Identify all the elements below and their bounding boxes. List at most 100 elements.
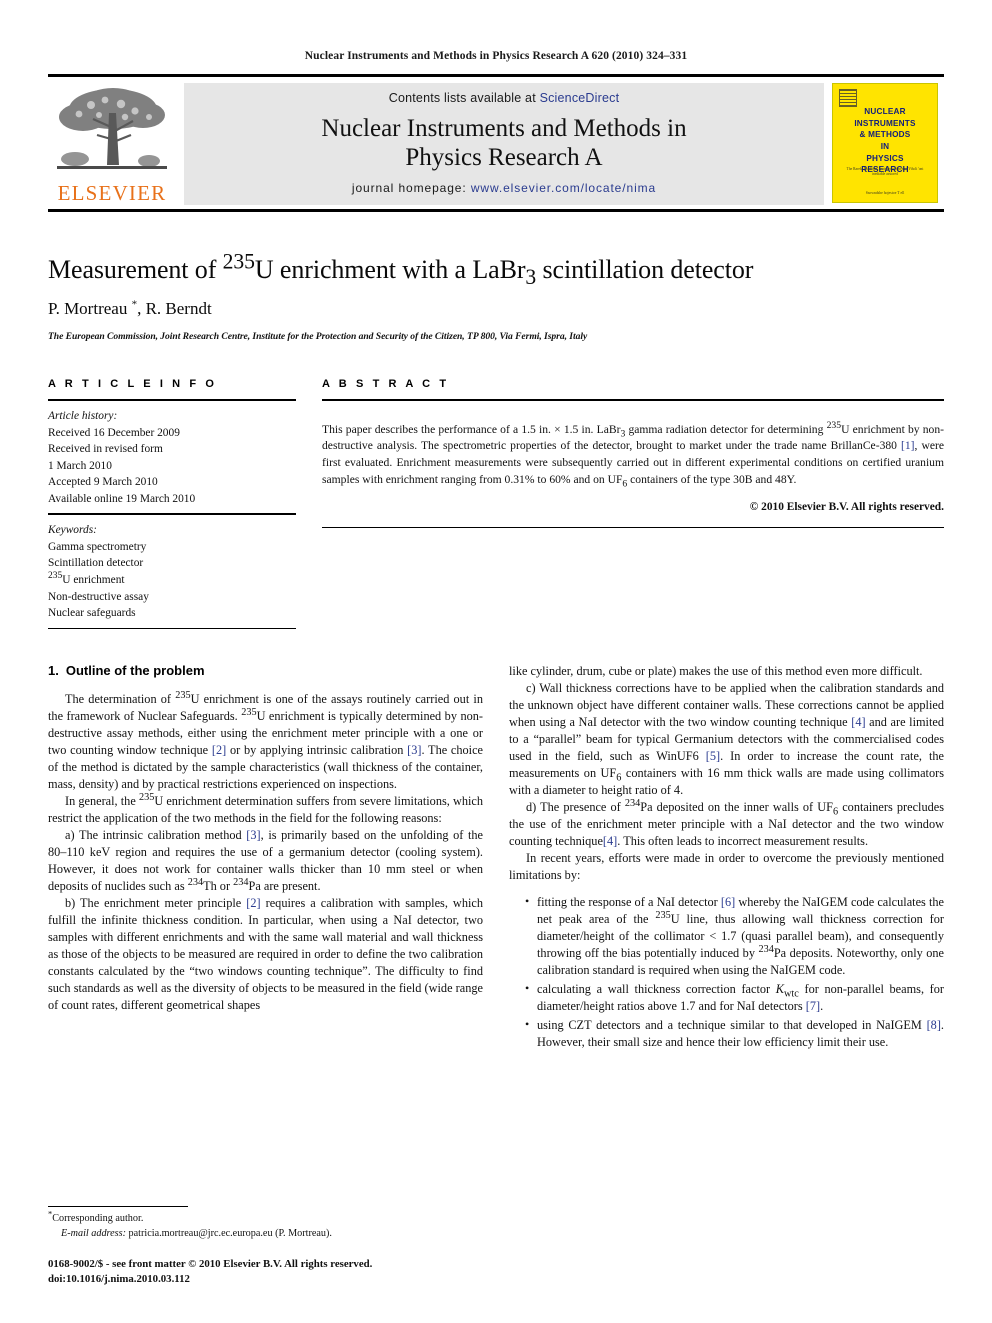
corresponding-author-text: Corresponding author. bbox=[52, 1213, 144, 1225]
article-info-column: A R T I C L E I N F O Article history: R… bbox=[48, 378, 296, 629]
cover-title-line-1: INSTRUMENTS bbox=[854, 118, 916, 128]
contents-available-line: Contents lists available at ScienceDirec… bbox=[194, 91, 814, 105]
b3-a: using CZT detectors and a technique simi… bbox=[537, 1017, 927, 1032]
footnote-rule bbox=[48, 1206, 188, 1208]
keyword-2-text: U enrichment bbox=[62, 573, 125, 586]
journal-masthead: ELSEVIER Contents lists available at Sci… bbox=[48, 74, 944, 205]
b2-symbol-k: K bbox=[775, 981, 784, 996]
cover-subtitle: The Rarek, Acadlinei' lewispecto rimence… bbox=[846, 167, 924, 177]
body-two-column-region: 1. Outline of the problem The determinati… bbox=[48, 663, 944, 1053]
sciencedirect-link[interactable]: ScienceDirect bbox=[540, 91, 620, 105]
abstract-sup-235: 235 bbox=[826, 419, 842, 431]
abstract-reference-1[interactable]: [1] bbox=[901, 439, 915, 452]
elsevier-tree-icon bbox=[53, 83, 171, 175]
abstract-part-2: gamma radiation detector for determining bbox=[625, 422, 827, 436]
keywords-label: Keywords: bbox=[48, 524, 97, 537]
p1-reference-3[interactable]: [3] bbox=[407, 743, 421, 757]
article-history: Article history: Received 16 December 20… bbox=[48, 401, 296, 513]
corresponding-author-note: *Corresponding author. bbox=[48, 1210, 482, 1226]
b1-a: fitting the response of a NaI detector bbox=[537, 894, 721, 909]
p7-reference-4[interactable]: [4] bbox=[603, 834, 617, 848]
cover-title: NUCLEAR INSTRUMENTS & METHODS IN PHYSICS… bbox=[833, 106, 937, 176]
b1-sup-234: 234 bbox=[758, 943, 774, 955]
section-1-title: Outline of the problem bbox=[65, 662, 205, 678]
keyword-1: Scintillation detector bbox=[48, 557, 144, 570]
bullet-item-czt: using CZT detectors and a technique simi… bbox=[525, 1016, 944, 1051]
p6-reference-4[interactable]: [4] bbox=[851, 715, 865, 729]
paragraph-8: In recent years, efforts were made in or… bbox=[509, 850, 944, 882]
p4-b: requires a calibration with samples, whi… bbox=[48, 895, 483, 1012]
article-history-label: Article history: bbox=[48, 410, 118, 423]
abstract-heading: A B S T R A C T bbox=[322, 378, 450, 391]
p1-d: or by applying intrinsic calibration bbox=[226, 742, 408, 757]
email-label: E-mail address: bbox=[61, 1227, 126, 1239]
running-head: Nuclear Instruments and Methods in Physi… bbox=[304, 50, 688, 62]
paragraph-1: The determination of 235U enrichment is … bbox=[48, 689, 483, 793]
p7-d: . This often leads to incorrect measurem… bbox=[617, 833, 869, 848]
p1-reference-2[interactable]: [2] bbox=[212, 743, 226, 757]
contents-prefix: Contents lists available at bbox=[388, 91, 536, 105]
b2-reference-7[interactable]: [7] bbox=[806, 999, 820, 1013]
title-mid: U enrichment with a LaBr bbox=[254, 255, 526, 284]
paragraph-6-item-c: c) Wall thickness corrections have to be… bbox=[509, 680, 944, 799]
doi-line[interactable]: doi:10.1016/j.nima.2010.03.112 bbox=[48, 1272, 482, 1287]
abstract-part-5: containers of the type 30B and 48Y. bbox=[627, 472, 797, 486]
section-1-heading: 1. Outline of the problem bbox=[48, 663, 483, 678]
bullet-item-naigem: fitting the response of a NaI detector [… bbox=[525, 893, 944, 979]
p7-b: Pa deposited on the inner walls of UF bbox=[640, 799, 833, 814]
paragraph-7-item-d: d) The presence of 234Pa deposited on th… bbox=[509, 798, 944, 850]
cover-publisher-mark-icon bbox=[839, 89, 857, 107]
b2-a: calculating a wall thickness correction … bbox=[537, 981, 776, 996]
paper-page: Nuclear Instruments and Methods in Physi… bbox=[0, 0, 992, 1323]
journal-cover-block: NUCLEAR INSTRUMENTS & METHODS IN PHYSICS… bbox=[832, 83, 944, 205]
limitations-bullet-list: fitting the response of a NaI detector [… bbox=[509, 893, 944, 1051]
elsevier-logo-block: ELSEVIER bbox=[48, 83, 180, 205]
b2-symbol-k-subscript: wtc bbox=[784, 988, 799, 1000]
title-subscript-3: 3 bbox=[525, 265, 537, 290]
title-superscript-235: 235 bbox=[222, 249, 255, 274]
journal-homepage-link[interactable]: www.elsevier.com/locate/nima bbox=[471, 181, 656, 195]
keyword-2: 235U enrichment bbox=[48, 571, 296, 589]
cover-title-line-2: & METHODS bbox=[859, 130, 911, 140]
keyword-0: Gamma spectrometry bbox=[48, 540, 147, 553]
p3-a: a) The intrinsic calibration method bbox=[65, 827, 247, 842]
cover-title-line-0: NUCLEAR bbox=[864, 107, 906, 116]
b3-reference-8[interactable]: [8] bbox=[927, 1018, 941, 1032]
abstract-part-1: This paper describes the performance of … bbox=[322, 422, 621, 436]
page-title: Measurement of 235U enrichment with a La… bbox=[48, 251, 944, 289]
email-value[interactable]: patricia.mortreau@jrc.ec.europa.eu (P. M… bbox=[126, 1228, 332, 1239]
affiliation: The European Commission, Joint Research … bbox=[48, 331, 588, 343]
keyword-4: Nuclear safeguards bbox=[48, 607, 136, 620]
author-berndt: , R. Berndt bbox=[137, 299, 212, 319]
abstract-rule-top bbox=[322, 399, 944, 402]
author-mortreau: P. Mortreau bbox=[48, 299, 132, 319]
history-item-1: Received in revised form bbox=[48, 443, 163, 456]
article-info-heading: A R T I C L E I N F O bbox=[48, 378, 217, 391]
cover-title-line-4: PHYSICS bbox=[866, 153, 904, 163]
article-info-rule-bottom bbox=[48, 627, 296, 629]
b1-reference-6[interactable]: [6] bbox=[721, 895, 735, 909]
title-block: Measurement of 235U enrichment with a La… bbox=[48, 251, 944, 343]
p3-reference-3[interactable]: [3] bbox=[246, 828, 260, 842]
p6-reference-5[interactable]: [5] bbox=[706, 749, 720, 763]
body-right-column: like cylinder, drum, cube or plate) make… bbox=[509, 663, 944, 1053]
p1-sup-235-a: 235 bbox=[175, 689, 191, 701]
journal-title-line-1: Nuclear Instruments and Methods in bbox=[321, 114, 687, 142]
cover-footer-text: Ssowndshe hojestoe T ell bbox=[865, 191, 905, 195]
masthead-bottom-rule bbox=[48, 209, 944, 212]
p2-sup-235: 235 bbox=[138, 791, 155, 803]
abstract-text: This paper describes the performance of … bbox=[322, 413, 944, 489]
p3-c: Th or bbox=[203, 878, 234, 893]
elsevier-wordmark: ELSEVIER bbox=[57, 181, 167, 205]
abstract-column: A B S T R A C T This paper describes the… bbox=[322, 378, 944, 628]
bullet-item-wall-thickness-factor: calculating a wall thickness correction … bbox=[525, 980, 944, 1015]
p4-reference-2[interactable]: [2] bbox=[246, 896, 260, 910]
homepage-prefix: journal homepage: bbox=[351, 181, 467, 195]
b1-sup-235: 235 bbox=[655, 909, 671, 921]
p3-sup-234-a: 234 bbox=[187, 876, 204, 888]
keywords-list: Keywords: Gamma spectrometry Scintillati… bbox=[48, 515, 296, 627]
history-item-2: 1 March 2010 bbox=[48, 459, 112, 472]
journal-info-box: Contents lists available at ScienceDirec… bbox=[184, 83, 824, 205]
p1-sup-235-b: 235 bbox=[241, 706, 257, 718]
journal-title: Nuclear Instruments and Methods in Physi… bbox=[194, 114, 814, 173]
